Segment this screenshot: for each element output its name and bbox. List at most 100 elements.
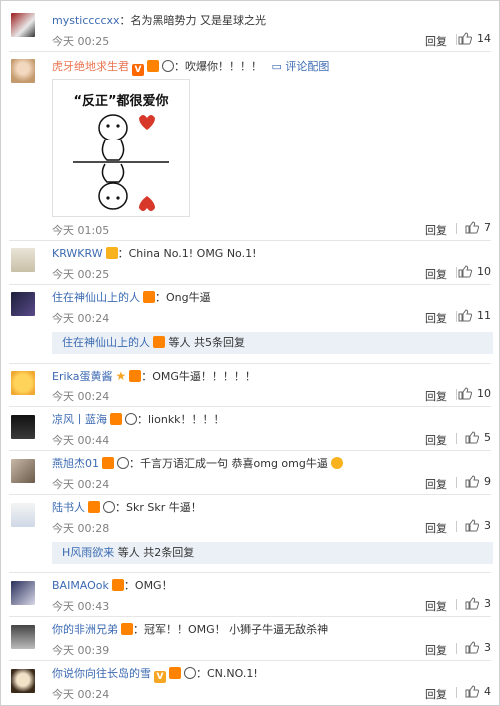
divider	[9, 284, 491, 285]
fan-badge	[129, 370, 142, 382]
like-button[interactable]: 9	[465, 475, 491, 488]
thumbs-up-icon	[458, 309, 472, 322]
username[interactable]: 虎牙绝地求生君	[52, 60, 129, 73]
comment-text: 名为黑暗势力 又是星球之光	[130, 14, 267, 27]
sticker-drawing	[73, 114, 169, 211]
like-button[interactable]: 3	[465, 641, 491, 654]
divider	[9, 572, 491, 573]
avatar[interactable]	[11, 669, 35, 693]
comment-text: lionkk！！！！	[148, 413, 225, 426]
divider	[9, 494, 491, 495]
comment-line: 陆书人 ：Skr Skr 牛逼！	[52, 501, 202, 514]
username[interactable]: mysticcccxx	[52, 14, 120, 27]
comment-line: 你说你向往长岛的雪 V ：CN.NO.1!	[52, 667, 258, 683]
avatar[interactable]	[11, 581, 35, 605]
thumbs-up-icon	[458, 387, 472, 400]
divider	[456, 311, 457, 322]
avatar[interactable]	[11, 503, 35, 527]
divider	[9, 240, 491, 241]
sub-reply-user[interactable]: 住在神仙山上的人	[62, 336, 150, 349]
reply-button[interactable]: 回复	[425, 266, 447, 282]
comment-sticker-image[interactable]: “反正”都很爱你	[52, 79, 190, 217]
sub-reply-user[interactable]: H风雨欲来	[62, 546, 114, 559]
like-count: 9	[484, 475, 491, 488]
divider	[9, 450, 491, 451]
comment-text: CN.NO.1!	[207, 667, 258, 680]
timestamp: 今天 00:24	[52, 312, 110, 325]
like-button[interactable]: 10	[458, 265, 491, 278]
divider	[9, 51, 491, 52]
avatar[interactable]	[11, 13, 35, 37]
fan-badge	[121, 623, 133, 635]
like-count: 10	[477, 265, 491, 278]
avatar[interactable]	[11, 371, 35, 395]
avatar[interactable]	[11, 248, 35, 272]
verified-badge: V	[154, 671, 166, 683]
avatar[interactable]	[11, 459, 35, 483]
timestamp: 今天 00:39	[52, 644, 110, 657]
vip-badge	[105, 247, 118, 259]
reply-button[interactable]: 回复	[425, 642, 447, 658]
username[interactable]: 凉风丨蓝海	[52, 413, 107, 426]
divider	[9, 616, 491, 617]
comment-text: OMG！	[134, 579, 173, 592]
image-icon: ▭	[271, 60, 282, 73]
like-count: 5	[484, 431, 491, 444]
avatar[interactable]	[11, 625, 35, 649]
thumbs-up-icon	[465, 597, 479, 610]
comment-text: China No.1! OMG No.1!	[128, 247, 257, 260]
like-button[interactable]: 7	[465, 221, 491, 234]
like-button[interactable]: 4	[465, 685, 491, 698]
like-button[interactable]: 5	[465, 431, 491, 444]
comment-line: 你的非洲兄弟 ：冠军！！OMG！ 小狮子牛逼无敌杀神	[52, 623, 329, 636]
comment-text: Skr Skr 牛逼！	[126, 501, 202, 514]
like-button[interactable]: 10	[458, 387, 491, 400]
like-button[interactable]: 11	[458, 309, 491, 322]
timestamp: 今天 00:24	[52, 478, 110, 491]
like-button[interactable]: 3	[465, 519, 491, 532]
like-button[interactable]: 3	[465, 597, 491, 610]
comment-picture-link[interactable]: ▭ 评论配图	[272, 60, 330, 73]
username[interactable]: 陆书人	[52, 501, 85, 514]
comment-line: 住在神仙山上的人 ：Ong牛逼	[52, 291, 211, 304]
comment-line: Erika蛋黄酱 ★ ：OMG牛逼！！！！！	[52, 369, 256, 383]
reply-button[interactable]: 回复	[425, 686, 447, 702]
avatar[interactable]	[11, 415, 35, 439]
divider	[456, 687, 457, 698]
username[interactable]: 你说你向往长岛的雪	[52, 667, 151, 680]
reply-button[interactable]: 回复	[425, 432, 447, 448]
avatar[interactable]	[11, 292, 35, 316]
username[interactable]: BAIMAOok	[52, 579, 109, 592]
comment-text: 冠军！！OMG！ 小狮子牛逼无敌杀神	[144, 623, 329, 636]
reply-button[interactable]: 回复	[425, 388, 447, 404]
comment-text: Ong牛逼	[166, 291, 211, 304]
divider	[456, 223, 457, 234]
avatar[interactable]	[11, 59, 35, 83]
comment-line: KRWKRW ：China No.1! OMG No.1!	[52, 247, 257, 260]
reply-button[interactable]: 回复	[425, 310, 447, 326]
emoji-icon	[330, 457, 343, 469]
reply-button[interactable]: 回复	[425, 222, 447, 238]
sub-replies-box[interactable]: H风雨欲来 等人 共2条回复	[52, 542, 493, 564]
like-button[interactable]: 14	[458, 32, 491, 45]
timestamp: 今天 00:44	[52, 434, 110, 447]
sub-replies-box[interactable]: 住在神仙山上的人 等人 共5条回复	[52, 332, 493, 354]
star-badge: ★	[115, 369, 127, 383]
username[interactable]: 住在神仙山上的人	[52, 291, 140, 304]
username[interactable]: 燕旭杰01	[52, 457, 99, 470]
divider	[456, 643, 457, 654]
thumbs-up-icon	[465, 685, 479, 698]
reply-button[interactable]: 回复	[425, 33, 447, 49]
divider	[456, 389, 457, 400]
username[interactable]: 你的非洲兄弟	[52, 623, 118, 636]
like-count: 11	[477, 309, 491, 322]
verified-badge: V	[132, 64, 144, 76]
like-count: 3	[484, 641, 491, 654]
reply-button[interactable]: 回复	[425, 476, 447, 492]
username[interactable]: KRWKRW	[52, 247, 103, 260]
reply-button[interactable]: 回复	[425, 598, 447, 614]
fan-badge	[147, 60, 159, 72]
fan-badge	[143, 291, 155, 303]
username[interactable]: Erika蛋黄酱	[52, 370, 112, 383]
reply-button[interactable]: 回复	[425, 520, 447, 536]
